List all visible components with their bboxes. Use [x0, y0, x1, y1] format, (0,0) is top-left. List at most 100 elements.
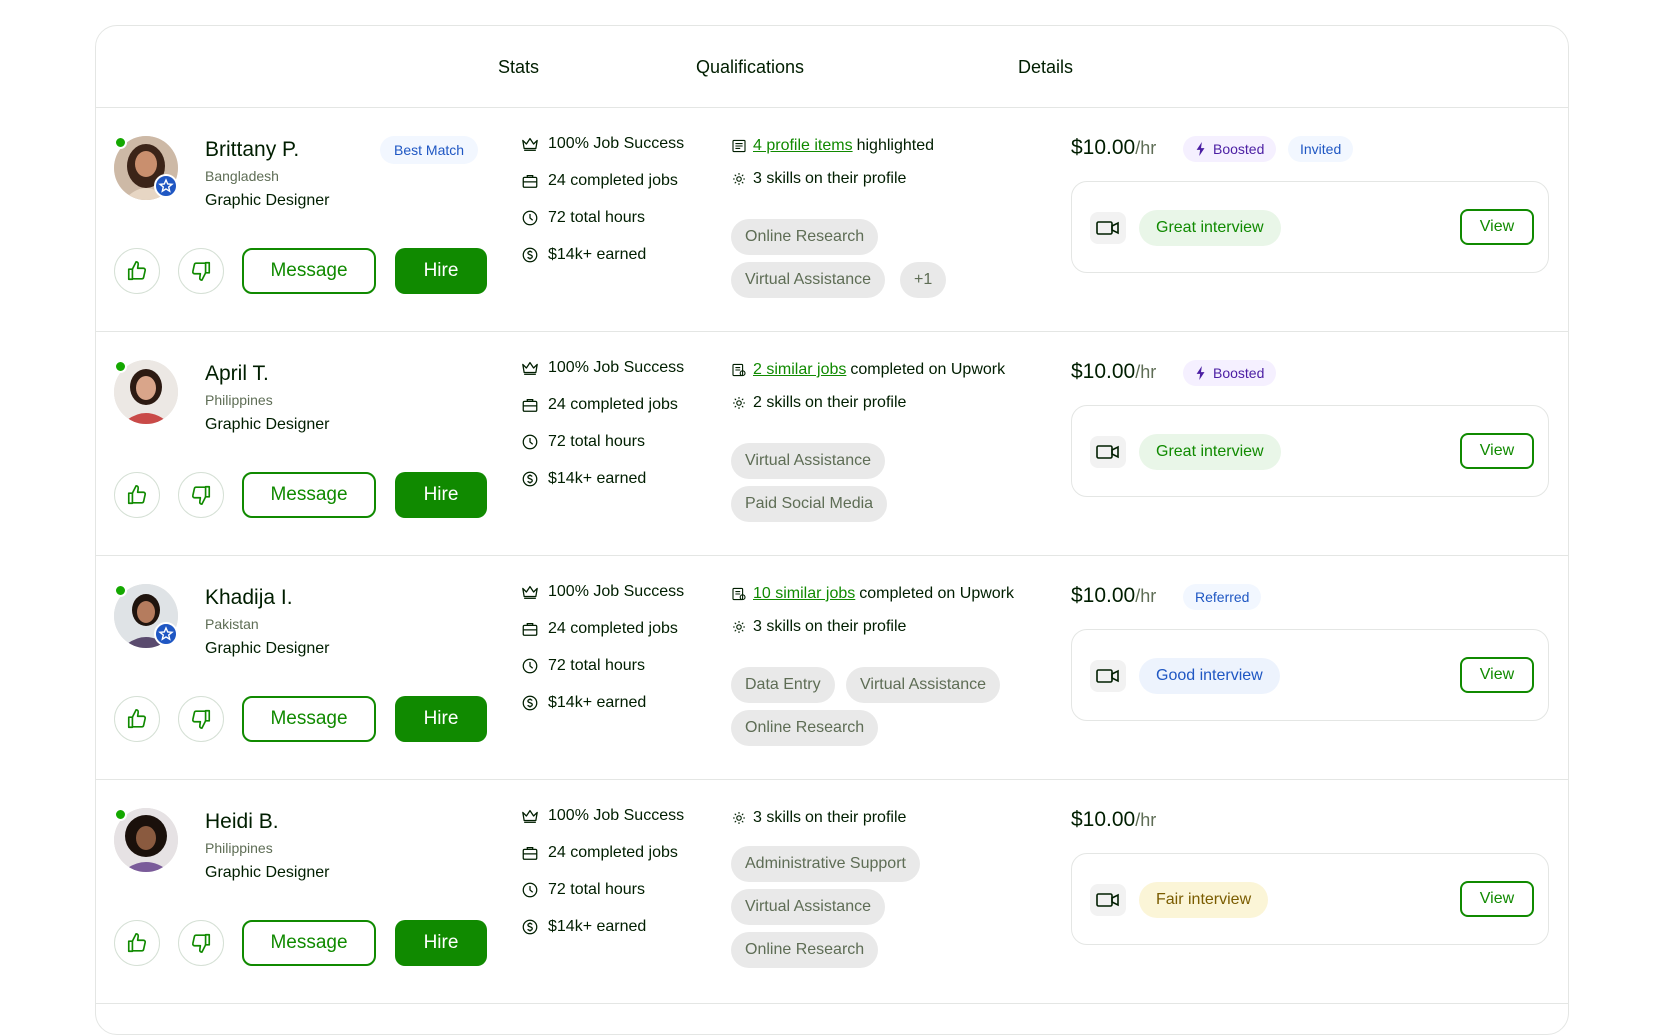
- thumbs-up-icon: [127, 709, 147, 729]
- freelancer-country: Philippines: [205, 840, 273, 856]
- boosted-badge: Boosted: [1183, 136, 1277, 162]
- thumbs-down-button[interactable]: [178, 472, 224, 518]
- skill-chip[interactable]: Online Research: [731, 710, 879, 746]
- freelancer-row: Heidi B. Philippines Graphic Designer Me…: [96, 780, 1568, 1004]
- interview-card: Great interview View: [1071, 181, 1549, 273]
- stat-total-hours: 72 total hours: [521, 206, 645, 230]
- skill-chip[interactable]: Online Research: [731, 932, 879, 968]
- skill-chip[interactable]: Virtual Assistance: [731, 443, 885, 479]
- crown-icon: [522, 585, 538, 599]
- view-interview-button[interactable]: View: [1460, 657, 1534, 693]
- avatar[interactable]: [114, 360, 178, 424]
- thumbs-up-icon: [127, 261, 147, 281]
- message-button[interactable]: Message: [242, 248, 376, 294]
- clock-icon: [522, 434, 538, 450]
- avatar[interactable]: [114, 808, 178, 872]
- hire-button[interactable]: Hire: [395, 472, 487, 518]
- qual-skills: 3 skills on their profile: [731, 615, 906, 639]
- qual-skills: 3 skills on their profile: [731, 806, 906, 830]
- talent-list-card: Stats Qualifications Details Brittany P.…: [95, 25, 1569, 1035]
- freelancer-name[interactable]: Heidi B.: [205, 810, 279, 834]
- star-badge-icon: [154, 622, 178, 646]
- stat-job-success: 100% Job Success: [521, 132, 684, 156]
- skill-chip[interactable]: Virtual Assistance: [731, 889, 885, 925]
- similar-jobs-link[interactable]: 10 similar jobs: [753, 585, 855, 603]
- stat-earned: $14k+ earned: [521, 915, 646, 939]
- dollar-icon: [522, 695, 538, 711]
- view-interview-button[interactable]: View: [1460, 881, 1534, 917]
- thumbs-up-button[interactable]: [114, 248, 160, 294]
- thumbs-up-button[interactable]: [114, 920, 160, 966]
- thumbs-up-icon: [127, 933, 147, 953]
- invited-badge: Invited: [1288, 136, 1354, 162]
- skill-chip[interactable]: Virtual Assistance: [846, 667, 1000, 703]
- thumbs-down-button[interactable]: [178, 696, 224, 742]
- video-camera-icon: [1090, 884, 1126, 916]
- skill-chip[interactable]: Data Entry: [731, 667, 835, 703]
- hourly-rate: $10.00/hr: [1071, 136, 1157, 159]
- freelancer-name[interactable]: April T.: [205, 362, 269, 386]
- message-button[interactable]: Message: [242, 920, 376, 966]
- freelancer-name[interactable]: Brittany P.: [205, 138, 299, 162]
- avatar[interactable]: [114, 584, 178, 648]
- qual-profile-items: 4 profile items highlighted: [731, 134, 934, 158]
- thumbs-up-button[interactable]: [114, 472, 160, 518]
- thumbs-down-button[interactable]: [178, 248, 224, 294]
- jobs-icon: [732, 587, 746, 601]
- online-status-icon: [114, 584, 127, 597]
- referred-badge: Referred: [1183, 584, 1262, 610]
- interview-card: Good interview View: [1071, 629, 1549, 721]
- freelancer-row: April T. Philippines Graphic Designer Me…: [96, 332, 1568, 556]
- crown-icon: [522, 361, 538, 375]
- profile-items-link[interactable]: 4 profile items: [753, 137, 853, 155]
- video-camera-icon: [1090, 436, 1126, 468]
- stat-job-success: 100% Job Success: [521, 356, 684, 380]
- hire-button[interactable]: Hire: [395, 696, 487, 742]
- crown-icon: [522, 809, 538, 823]
- freelancer-row: Brittany P. Best Match Bangladesh Graphi…: [96, 108, 1568, 332]
- briefcase-icon: [522, 398, 538, 412]
- gear-icon: [733, 173, 745, 185]
- stat-completed-jobs: 24 completed jobs: [521, 841, 678, 865]
- briefcase-icon: [522, 846, 538, 860]
- dollar-icon: [522, 471, 538, 487]
- interview-rating: Great interview: [1139, 210, 1281, 246]
- skill-chip[interactable]: Virtual Assistance: [731, 262, 885, 298]
- skill-chip[interactable]: Online Research: [731, 219, 879, 255]
- interview-rating: Good interview: [1139, 658, 1280, 694]
- thumbs-down-button[interactable]: [178, 920, 224, 966]
- briefcase-icon: [522, 622, 538, 636]
- stat-completed-jobs: 24 completed jobs: [521, 617, 678, 641]
- freelancer-name[interactable]: Khadija I.: [205, 586, 293, 610]
- best-match-badge: Best Match: [380, 136, 479, 164]
- similar-jobs-link[interactable]: 2 similar jobs: [753, 361, 846, 379]
- stat-total-hours: 72 total hours: [521, 878, 645, 902]
- hire-button[interactable]: Hire: [395, 920, 487, 966]
- boosted-badge: Boosted: [1183, 360, 1277, 386]
- interview-rating: Fair interview: [1139, 882, 1269, 918]
- skill-chip[interactable]: Administrative Support: [731, 846, 920, 882]
- freelancer-title: Graphic Designer: [205, 864, 330, 881]
- view-interview-button[interactable]: View: [1460, 209, 1534, 245]
- briefcase-icon: [522, 174, 538, 188]
- gear-icon: [733, 397, 745, 409]
- thumbs-up-button[interactable]: [114, 696, 160, 742]
- interview-card: Fair interview View: [1071, 853, 1549, 945]
- more-skills-chip[interactable]: +1: [900, 262, 947, 298]
- header-qualifications: Qualifications: [696, 57, 805, 77]
- freelancer-country: Pakistan: [205, 616, 259, 632]
- lightning-icon: [1196, 366, 1205, 380]
- message-button[interactable]: Message: [242, 696, 376, 742]
- skill-chip[interactable]: Paid Social Media: [731, 486, 888, 522]
- stat-job-success: 100% Job Success: [521, 580, 684, 604]
- view-interview-button[interactable]: View: [1460, 433, 1534, 469]
- hourly-rate: $10.00/hr: [1071, 808, 1157, 831]
- hire-button[interactable]: Hire: [395, 248, 487, 294]
- message-button[interactable]: Message: [242, 472, 376, 518]
- stat-earned: $14k+ earned: [521, 467, 646, 491]
- profile-list-icon: [732, 139, 746, 153]
- avatar[interactable]: [114, 136, 178, 200]
- thumbs-down-icon: [191, 485, 211, 505]
- stat-total-hours: 72 total hours: [521, 654, 645, 678]
- header-stats: Stats: [498, 57, 540, 77]
